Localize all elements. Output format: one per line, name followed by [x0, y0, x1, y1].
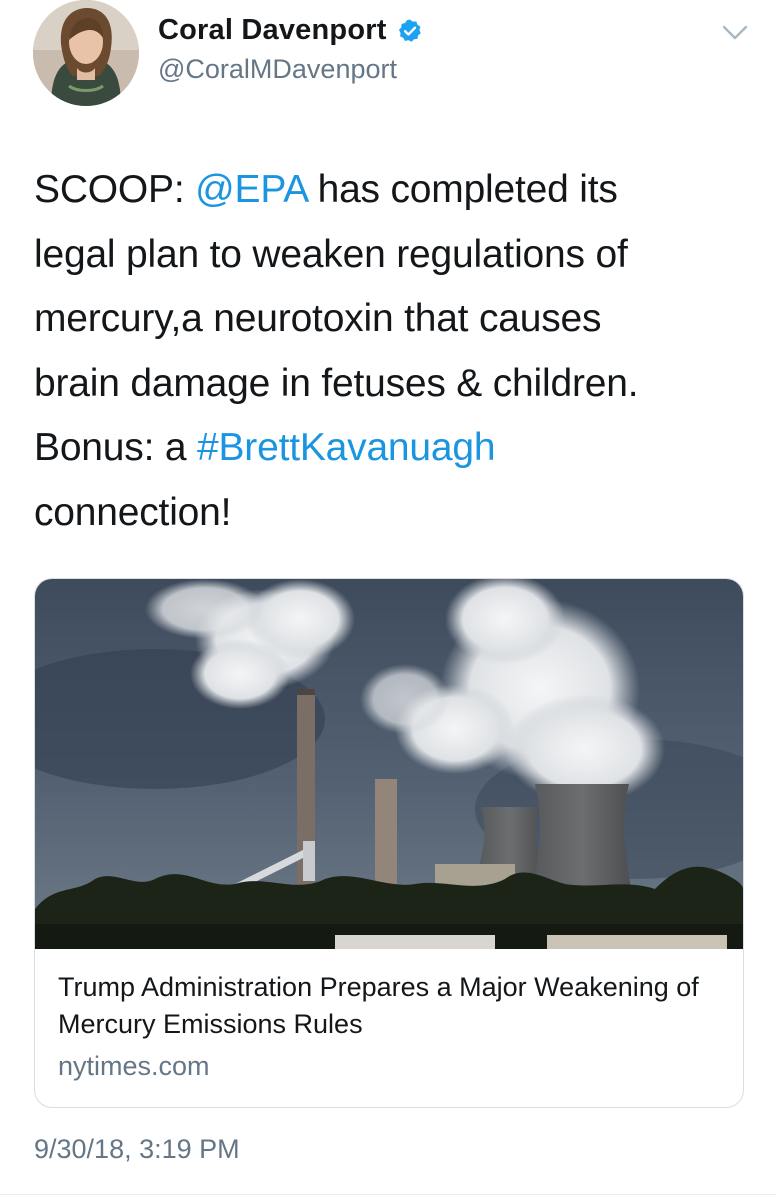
author-name-row[interactable]: Coral Davenport	[158, 14, 423, 47]
author-handle[interactable]: @CoralMDavenport	[158, 54, 397, 85]
tweet-text-segment: Bonus: a	[34, 426, 197, 469]
tweet-text: SCOOP: @EPA has completed its legal plan…	[34, 158, 754, 545]
link-preview-card[interactable]: Trump Administration Prepares a Major We…	[34, 578, 744, 1108]
tweet-line-1: SCOOP: @EPA has completed its	[34, 158, 754, 223]
tweet-text-segment: SCOOP:	[34, 168, 196, 211]
hashtag-link[interactable]: #BrettKavanuagh	[197, 426, 496, 469]
mention-link[interactable]: @EPA	[195, 168, 307, 211]
card-domain: nytimes.com	[58, 1051, 210, 1081]
tweet-line-4: brain damage in fetuses & children.	[34, 361, 639, 405]
display-name[interactable]: Coral Davenport	[158, 14, 387, 47]
power-plant-smokestacks-photo	[35, 579, 743, 949]
card-title[interactable]: Trump Administration Prepares a Major We…	[58, 969, 718, 1043]
tweet-timestamp[interactable]: 9/30/18, 3:19 PM	[34, 1134, 240, 1165]
tweet-line-5: Bonus: a #BrettKavanuagh	[34, 416, 754, 481]
card-image[interactable]	[35, 579, 743, 949]
chevron-down-icon[interactable]	[721, 24, 749, 42]
profile-photo	[33, 0, 139, 106]
verified-badge-icon	[398, 19, 421, 42]
tweet-line-2: legal plan to weaken regulations of	[34, 232, 628, 276]
tweet-line-3: mercury,a neurotoxin that causes	[34, 297, 602, 340]
tweet-line-6: connection!	[34, 490, 232, 534]
divider	[0, 1194, 776, 1195]
avatar[interactable]	[33, 0, 139, 106]
tweet-text-segment: has completed its	[306, 168, 618, 211]
